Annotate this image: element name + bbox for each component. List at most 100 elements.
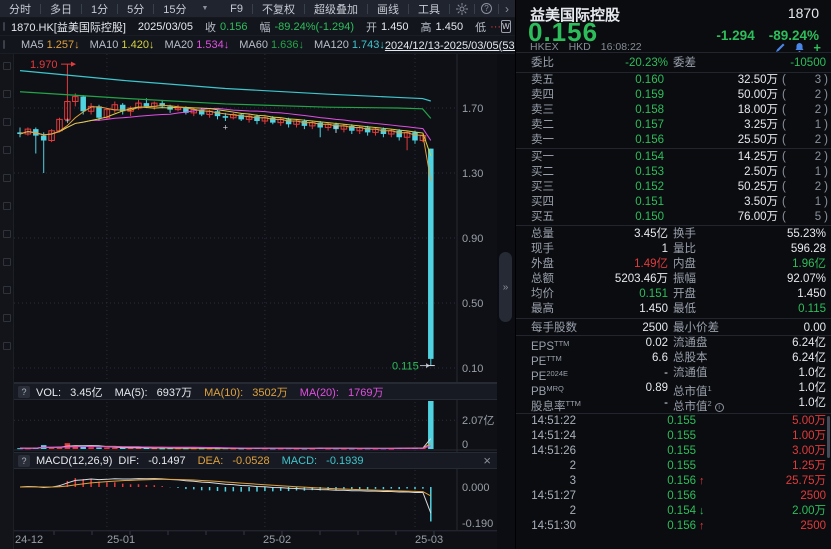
tab-15min[interactable]: 15分 [154,1,195,17]
tool-icon[interactable] [3,258,11,266]
bid-row-1[interactable]: 买一0.15414.25万(2) [516,150,831,165]
ask-row-2-volume: 3.25万 [668,118,778,133]
stat-row: PBMRQ0.89总市值11.0亿 [516,381,831,396]
ma20-value: 1.534↓ [196,39,229,51]
tick-price: 0.154 [634,504,696,519]
indicator-help-icon[interactable]: ? [18,386,30,398]
left-toolbar [0,54,14,549]
bid-row-5-count: (5) [782,210,828,225]
adjust-mode-button[interactable]: 不复权 [253,1,304,17]
tools-button[interactable]: 工具 [409,1,449,17]
tick-price: 0.155 [634,429,696,444]
close-label: 收 [205,19,216,35]
ma120-value: 1.743↓ [352,39,385,51]
bid-row-1-count: (2) [782,150,828,165]
close-pane-icon[interactable]: × [483,453,491,468]
tool-icon[interactable] [3,62,11,70]
draw-line-button[interactable]: 画线 [368,1,408,17]
order-imbalance-row: 委比 -20.23% 委差 -10500 [516,56,831,71]
bid-row-5[interactable]: 买五0.15076.00万(5) [516,210,831,225]
ask-row-5[interactable]: 卖五0.16032.50万(3) [516,73,831,88]
chart-mini-icon[interactable] [3,22,5,31]
tick-scrollbar[interactable] [827,416,830,458]
tick-row: 14:51:270.1562500 [516,489,831,504]
tick-row: 20.154↓2.00万 [516,504,831,519]
help-icon[interactable]: ? [475,3,498,14]
tick-volume: 1.00万 [721,429,826,444]
tick-time: 2 [524,459,576,474]
stat-value: 1 [571,242,668,257]
svg-text:+: + [65,116,70,126]
f9-button[interactable]: F9 [221,3,252,15]
panel-collapse-handle[interactable]: » [499,252,512,322]
bid-row-2[interactable]: 买二0.1532.50万(1) [516,165,831,180]
tick-row: 14:51:220.1555.00万 [516,414,831,429]
ask-list: 卖五0.16032.50万(3)卖四0.15950.00万(2)卖三0.1581… [516,73,831,148]
tool-icon[interactable] [3,146,11,154]
ask-row-2-count: (1) [782,118,828,133]
svg-text:1.70: 1.70 [462,103,483,115]
indicator-help-icon[interactable]: ? [18,455,30,467]
bid-row-3[interactable]: 买三0.15250.25万(2) [516,180,831,195]
settings-gear-icon[interactable] [450,3,474,15]
x-tick-label: 24-12 [15,534,43,546]
high-label: 高 [421,19,432,35]
x-tick-label: 25-03 [415,534,443,546]
weicha-value: -10500 [716,56,826,71]
tool-icon[interactable] [3,90,11,98]
interval-dropdown-icon[interactable]: ▼ [196,5,215,12]
tab-1min[interactable]: 1分 [82,1,117,17]
svg-text:1.970: 1.970 [30,59,58,71]
stats-section: 总量3.45亿换手55.23%现手1量比596.28外盘1.49亿内盘1.96亿… [516,227,831,317]
stat-value: - [571,396,668,411]
expand-chevron-icon[interactable]: › [499,2,515,16]
tab-5min[interactable]: 5分 [118,1,153,17]
ask-row-1[interactable]: 卖一0.15625.50万(2) [516,133,831,148]
ask-row-1-price: 0.156 [574,133,664,148]
bid-row-4[interactable]: 买四0.1513.50万(1) [516,195,831,210]
weicha-label: 委差 [673,56,696,71]
tool-icon[interactable] [3,202,11,210]
stat-value: 1.49亿 [571,257,668,272]
stat-row: 总额5203.46万振幅92.07% [516,272,831,287]
tick-list: 14:51:220.1555.00万14:51:240.1551.00万14:5… [516,414,831,534]
tick-row: 20.1551.25万 [516,459,831,474]
macd-value: -0.1939 [326,455,363,467]
stat-value: 0.00 [716,321,826,336]
bid-row-1-label: 买一 [531,150,554,165]
tick-volume: 5.00万 [721,414,826,429]
stat-value: 6.24亿 [716,351,826,366]
tool-icon[interactable] [3,314,11,322]
tick-time: 14:51:27 [524,489,576,504]
tab-multiday[interactable]: 多日 [41,1,81,17]
date-range-selector[interactable]: 2024/12/13-2025/03/05(53日) [385,37,529,53]
low-label: 低 [475,19,486,35]
svg-text:0.50: 0.50 [462,298,483,310]
main-chart[interactable]: 1.701.300.900.500.102.07亿00.000-0.1901.9… [14,54,497,549]
tool-icon[interactable] [3,118,11,126]
tool-icon[interactable] [3,342,11,350]
tool-icon[interactable] [3,230,11,238]
ask-row-4[interactable]: 卖四0.15950.00万(2) [516,88,831,103]
vol-ma5-label: MA(5): [115,387,148,399]
svg-text:T: T [333,125,339,135]
macd-title: MACD(12,26,9) [36,455,112,467]
chart-zone: 1.701.300.900.500.102.07亿00.000-0.1901.9… [14,54,497,549]
x-axis: 24-12 25-01 25-02 25-03 [14,531,497,549]
stat-row: 现手1量比596.28 [516,242,831,257]
indicator-mini-icon[interactable] [3,40,5,49]
stat-value: 1.96亿 [716,257,826,272]
tool-icon[interactable] [3,174,11,182]
doc-icon[interactable]: W [501,20,511,33]
tick-volume: 3.00万 [721,444,826,459]
tab-timeshare[interactable]: 分时 [0,1,40,17]
ask-row-3[interactable]: 卖三0.15818.00万(2) [516,103,831,118]
ask-row-2[interactable]: 卖二0.1573.25万(1) [516,118,831,133]
ask-row-4-price: 0.159 [574,88,664,103]
overlay-button[interactable]: 超级叠加 [305,1,367,17]
tool-icon[interactable] [3,286,11,294]
bid-row-2-volume: 2.50万 [668,165,778,180]
bid-row-4-count: (1) [782,195,828,210]
tick-volume: 2500 [721,489,826,504]
bid-row-2-price: 0.153 [574,165,664,180]
